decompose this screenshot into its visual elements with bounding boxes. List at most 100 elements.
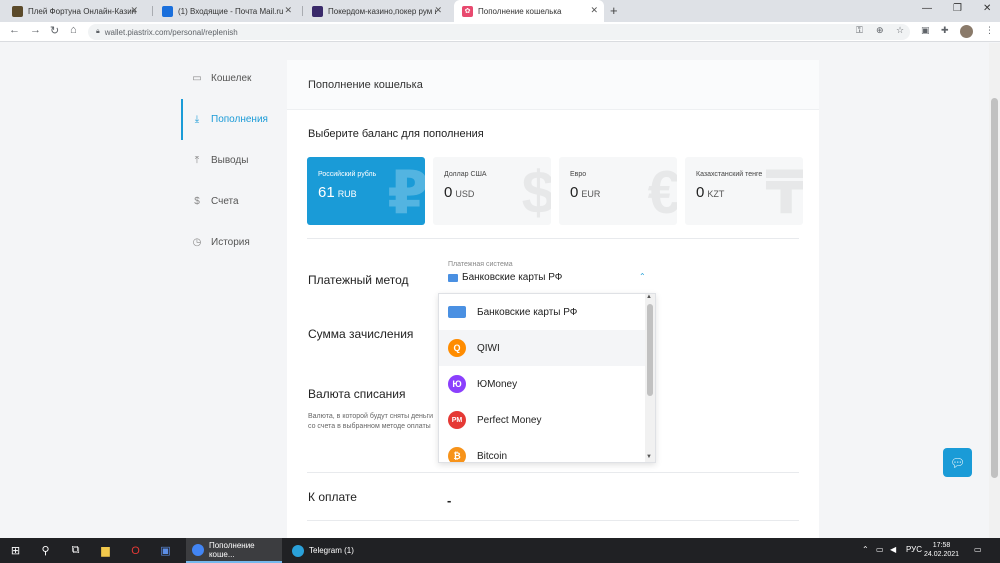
dropdown-option-bitcoin[interactable]: ₿ Bitcoin [439,438,655,462]
new-tab-button[interactable]: + [610,3,618,18]
invoice-icon: $ [194,196,200,207]
qiwi-icon: Q [448,339,466,357]
dropdown-scrollbar[interactable]: ▲ ▼ [645,294,655,462]
scroll-down-icon[interactable]: ▼ [646,454,652,460]
favicon-icon: ✿ [462,5,473,17]
network-icon[interactable]: ▭ [876,545,884,554]
sidebar-menu: ▭ Кошелек ⤓ Пополнения ⤒ Выводы $ Счета … [181,58,271,263]
zoom-icon[interactable]: ⊕ [876,25,884,36]
forward-icon[interactable]: → [30,24,41,36]
restore-icon[interactable]: ❐ [953,3,962,14]
currency-label: Валюта списания [308,387,406,401]
tab-separator [152,6,153,16]
amount-label: Сумма зачисления [308,327,414,341]
history-icon: ◷ [192,237,202,248]
to-pay-value: - [447,493,452,508]
scroll-up-icon[interactable]: ▲ [646,294,652,300]
sidebar-item-withdrawals[interactable]: ⤒ Выводы [181,140,271,181]
browser-tab-strip: Плей Фортуна Онлайн-Казино ✕ (1) Входящи… [0,0,1000,22]
payment-system-dropdown: Банковские карты РФ Q QIWI Ю ЮMoney PM P… [438,293,656,463]
chevron-up-icon[interactable]: ⌃ [639,272,646,281]
menu-icon[interactable]: ⋮ [985,25,994,36]
close-icon[interactable]: ✕ [130,5,138,16]
opera-icon[interactable]: O [128,543,143,558]
balance-card-usd[interactable]: $ Доллар США 0 USD [433,157,551,225]
chat-button[interactable]: 💬︎ [943,448,972,477]
payment-system-select[interactable]: Банковские карты РФ [448,272,562,283]
euro-icon: € [647,159,677,225]
to-pay-label: К оплате [308,490,357,504]
favicon-icon [12,5,23,17]
taskbar-app-chrome[interactable]: Пополнение коше... [186,538,282,563]
notifications-icon[interactable]: ▭ [974,545,982,554]
back-icon[interactable]: ← [9,24,20,36]
extension-icon[interactable]: ▣ [921,25,930,36]
puzzle-icon[interactable]: ✚ [941,25,949,36]
dropdown-option-bank-cards[interactable]: Банковские карты РФ [439,294,655,330]
yoomoney-icon: Ю [448,375,466,393]
minimize-icon[interactable]: — [922,3,932,14]
task-view-icon[interactable]: ⧉ [68,543,83,558]
avatar[interactable] [960,25,973,38]
browser-tab-2[interactable]: Покердом-казино,покер рум и ✕ [304,0,448,22]
search-icon[interactable]: ⚲ [38,543,53,558]
address-bar[interactable]: 🔒︎ wallet.piastrix.com/personal/replenis… [88,24,910,40]
windows-start-icon[interactable]: ⊞ [8,543,23,558]
bookmark-star-icon[interactable]: ☆ [896,25,904,36]
url-text: wallet.piastrix.com/personal/replenish [104,27,238,37]
sidebar-item-replenish[interactable]: ⤓ Пополнения [181,99,271,140]
browser-tab-1[interactable]: (1) Входящие - Почта Mail.ru ✕ [154,0,298,22]
page-scroll-thumb[interactable] [991,98,998,478]
page-scrollbar[interactable] [989,43,1000,538]
save-disk-icon[interactable]: ▣ [158,543,173,558]
volume-icon[interactable]: ◀ [890,545,896,554]
perfect-money-icon: PM [448,411,466,429]
page-content: ▭ Кошелек ⤓ Пополнения ⤒ Выводы $ Счета … [0,43,989,538]
dollar-icon: $ [521,159,551,225]
favicon-icon [162,5,173,17]
dropdown-option-qiwi[interactable]: Q QIWI [439,330,655,366]
sidebar-item-invoices[interactable]: $ Счета [181,181,271,222]
ruble-icon: ₽ [387,159,425,225]
bank-card-icon [448,273,458,282]
lock-icon: 🔒︎ [96,28,100,35]
sidebar-item-wallet[interactable]: ▭ Кошелек [181,58,271,99]
tenge-icon: ₸ [765,159,803,225]
chrome-icon [192,543,204,556]
divider [307,520,799,521]
divider [307,472,799,473]
close-icon[interactable]: ✕ [590,5,598,16]
currency-hint: Валюта, в которой будут сняты деньги со … [308,413,434,430]
balance-card-rub[interactable]: ₽ Российский рубль 61 RUB [307,157,425,225]
dropdown-scroll-thumb[interactable] [647,304,653,396]
browser-tab-active[interactable]: ✿ Пополнение кошелька ✕ [454,0,604,22]
balance-card-kzt[interactable]: ₸ Казахстанский тенге 0 KZT [685,157,803,225]
reload-icon[interactable]: ↻ [50,24,59,37]
bitcoin-icon: ₿ [448,447,466,462]
windows-taskbar: ⊞ ⚲ ⧉ ▆ O ▣ Пополнение коше... Telegram … [0,538,1000,563]
close-icon[interactable]: ✕ [434,5,442,16]
chat-icon: 💬︎ [949,455,966,470]
dropdown-option-yoomoney[interactable]: Ю ЮMoney [439,366,655,402]
dropdown-option-perfect-money[interactable]: PM Perfect Money [439,402,655,438]
close-icon[interactable]: ✕ [284,5,292,16]
tab-separator [302,6,303,16]
language-indicator[interactable]: РУС [906,545,922,554]
download-icon: ⤓ [194,114,200,125]
file-explorer-icon[interactable]: ▆ [98,543,113,558]
bank-card-icon [448,306,466,318]
choose-balance-heading: Выберите баланс для пополнения [308,128,484,140]
key-icon[interactable]: ⚿ [856,25,863,36]
page-title: Пополнение кошелька [287,60,819,110]
tray-chevron-icon[interactable]: ⌃ [862,545,869,554]
close-window-icon[interactable]: ✕ [983,3,991,14]
browser-tab-0[interactable]: Плей Фортуна Онлайн-Казино ✕ [4,0,144,22]
upload-icon: ⤒ [194,155,200,166]
taskbar-app-telegram[interactable]: Telegram (1) [286,538,382,563]
balance-card-eur[interactable]: € Евро 0 EUR [559,157,677,225]
replenish-card: Пополнение кошелька Выберите баланс для … [287,60,819,538]
home-icon[interactable]: ⌂ [70,24,77,36]
balance-list: ₽ Российский рубль 61 RUB $ Доллар США 0U… [307,157,803,225]
sidebar-item-history[interactable]: ◷ История [181,222,271,263]
clock[interactable]: 17:58 24.02.2021 [924,541,959,559]
